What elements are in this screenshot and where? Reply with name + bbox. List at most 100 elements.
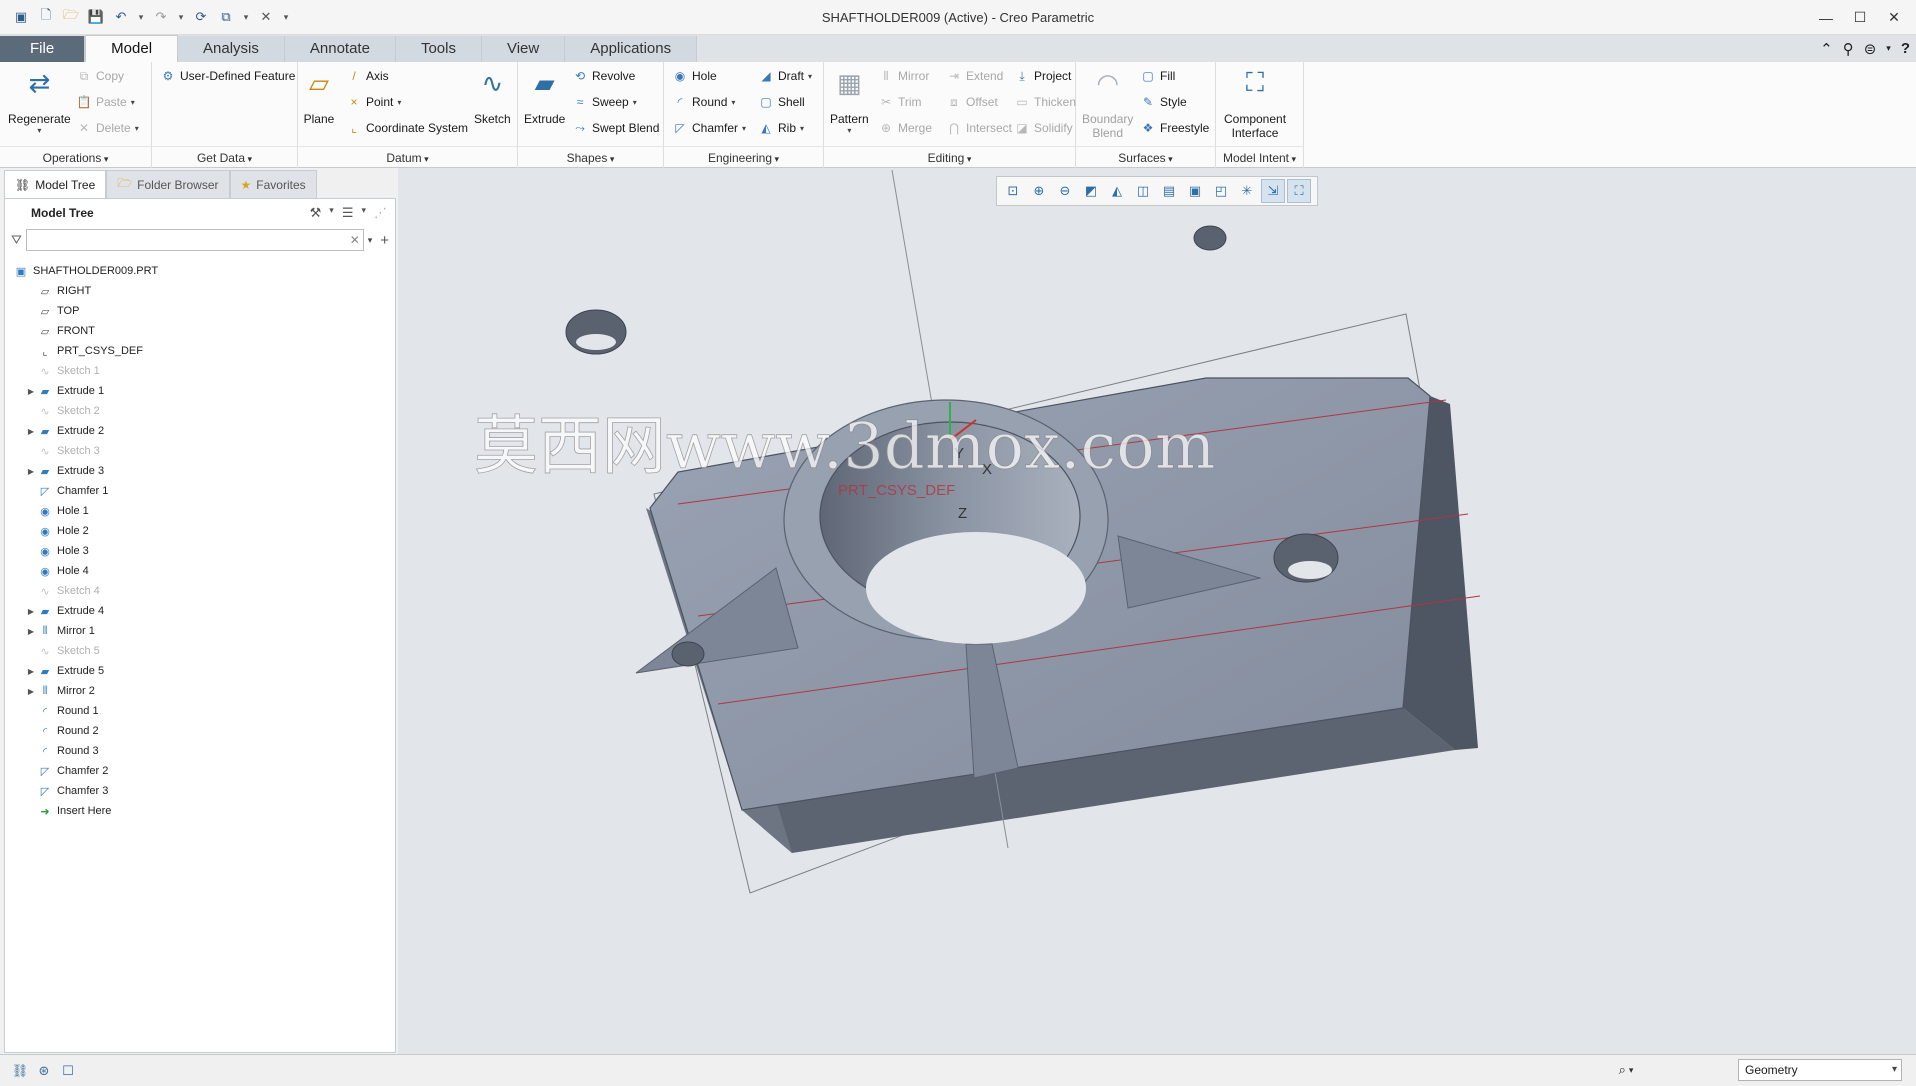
perspective-icon[interactable]: ▣ xyxy=(1183,179,1207,203)
repaint-icon[interactable]: ◩ xyxy=(1079,179,1103,203)
shell-button[interactable]: ▢ Shell xyxy=(758,90,804,114)
tab-file[interactable]: File xyxy=(0,36,86,62)
navtab-favorites[interactable]: ★ Favorites xyxy=(229,170,317,198)
model-view[interactable]: Y X Z PRT_CSYS_DEF 莫西网www.3dmox.com xyxy=(398,168,1916,1054)
tree-node[interactable]: ◸ Chamfer 2 xyxy=(5,761,395,781)
group-label-operations[interactable]: Operations xyxy=(0,146,151,168)
group-label-datum[interactable]: Datum xyxy=(298,146,517,168)
tab-view[interactable]: View xyxy=(481,36,566,62)
windows-dropdown-icon[interactable]: ▾ xyxy=(240,6,252,28)
tree-node[interactable]: ▱ FRONT xyxy=(5,321,395,341)
add-column-icon[interactable]: + xyxy=(380,232,389,249)
app-menu-icon[interactable]: ▣ xyxy=(10,6,32,28)
group-label-editing[interactable]: Editing xyxy=(824,146,1075,168)
redo-dropdown-icon[interactable]: ▾ xyxy=(175,6,187,28)
help-icon[interactable]: ? xyxy=(1901,40,1910,57)
display-style-icon[interactable]: ◭ xyxy=(1105,179,1129,203)
tree-root-node[interactable]: ▣ SHAFTHOLDER009.PRT xyxy=(5,261,395,281)
tab-applications[interactable]: Applications xyxy=(565,36,698,62)
selection-filter-select[interactable]: Geometry xyxy=(1738,1059,1902,1081)
boundary-blend-button[interactable]: ◠ Boundary Blend xyxy=(1082,66,1133,141)
group-label-shapes[interactable]: Shapes xyxy=(518,146,663,168)
full-screen-icon[interactable]: ☐ xyxy=(56,1060,80,1082)
tab-model[interactable]: Model xyxy=(85,35,179,62)
plane-button[interactable]: ▱ Plane xyxy=(302,66,336,127)
user-defined-feature-button[interactable]: ⚙ User-Defined Feature xyxy=(160,64,296,88)
solidify-button[interactable]: ◪ Solidify xyxy=(1014,116,1072,140)
filter-icon[interactable]: ⛛ xyxy=(11,232,22,248)
expand-arrow-icon[interactable]: ▶ xyxy=(25,427,37,436)
minimize-icon[interactable]: — xyxy=(1812,4,1840,32)
revolve-button[interactable]: ⟲ Revolve xyxy=(572,64,635,88)
expand-arrow-icon[interactable]: ▶ xyxy=(25,627,37,636)
group-label-surfaces[interactable]: Surfaces xyxy=(1076,146,1215,168)
tree-node[interactable]: ∿ Sketch 5 xyxy=(5,641,395,661)
hole-button[interactable]: ◉ Hole xyxy=(672,64,717,88)
group-label-engineering[interactable]: Engineering xyxy=(664,146,823,168)
open-folder-icon[interactable]: 🗁 xyxy=(60,6,82,28)
tree-node[interactable]: ◜ Round 3 xyxy=(5,741,395,761)
annotation-display-icon[interactable]: ⇲ xyxy=(1261,179,1285,203)
thicken-button[interactable]: ▭ Thicken xyxy=(1014,90,1076,114)
tree-node[interactable]: ∿ Sketch 4 xyxy=(5,581,395,601)
tree-node[interactable]: ◉ Hole 4 xyxy=(5,561,395,581)
expand-arrow-icon[interactable]: ▶ xyxy=(25,387,37,396)
tree-settings-icon[interactable]: ⚒ xyxy=(310,205,322,221)
minimize-ribbon-icon[interactable]: ⌃ xyxy=(1820,40,1833,58)
tree-node[interactable]: ◸ Chamfer 3 xyxy=(5,781,395,801)
tab-annotate[interactable]: Annotate xyxy=(284,36,396,62)
navtab-model-tree[interactable]: ⛓ Model Tree xyxy=(4,170,107,198)
intersect-button[interactable]: ⋂ Intersect xyxy=(946,116,1012,140)
show-browser-icon[interactable]: ⊛ xyxy=(32,1060,56,1082)
tree-node[interactable]: ▶ ▰ Extrude 4 xyxy=(5,601,395,621)
group-label-model-intent[interactable]: Model Intent xyxy=(1216,146,1303,168)
maximize-icon[interactable]: ☐ xyxy=(1846,4,1874,32)
regenerate-icon[interactable]: ⟳ xyxy=(190,6,212,28)
group-label-get-data[interactable]: Get Data xyxy=(152,146,297,168)
tree-node[interactable]: ◉ Hole 1 xyxy=(5,501,395,521)
tree-filter-options-icon[interactable]: ⋰ xyxy=(374,205,387,221)
tree-node[interactable]: ➜ Insert Here xyxy=(5,801,395,821)
zoom-in-icon[interactable]: ⊕ xyxy=(1027,179,1051,203)
dropdown-icon[interactable]: ▾ xyxy=(1886,43,1891,54)
new-file-icon[interactable]: 🗋 xyxy=(35,6,57,28)
extend-button[interactable]: ⇥ Extend xyxy=(946,64,1003,88)
undo-dropdown-icon[interactable]: ▾ xyxy=(135,6,147,28)
tab-tools[interactable]: Tools xyxy=(395,36,482,62)
tree-settings-dropdown-icon[interactable]: ▾ xyxy=(329,205,334,221)
copy-button[interactable]: ⧉ Copy xyxy=(76,64,124,88)
tree-node[interactable]: ▶ ⫴ Mirror 1 xyxy=(5,621,395,641)
expand-arrow-icon[interactable]: ▶ xyxy=(25,667,37,676)
datum-display-icon[interactable]: ✳ xyxy=(1235,179,1259,203)
tree-node[interactable]: ▶ ⫴ Mirror 2 xyxy=(5,681,395,701)
tree-node[interactable]: ⌞ PRT_CSYS_DEF xyxy=(5,341,395,361)
sketch-button[interactable]: ∿ Sketch xyxy=(474,66,511,127)
tree-node[interactable]: ▶ ▰ Extrude 5 xyxy=(5,661,395,681)
undo-icon[interactable]: ↶ xyxy=(110,6,132,28)
navtab-folder-browser[interactable]: 🗁 Folder Browser xyxy=(106,170,230,198)
trim-button[interactable]: ✂ Trim xyxy=(878,90,922,114)
tree-node[interactable]: ∿ Sketch 1 xyxy=(5,361,395,381)
redo-icon[interactable]: ↷ xyxy=(150,6,172,28)
section-icon[interactable]: ◰ xyxy=(1209,179,1233,203)
delete-button[interactable]: ✕ Delete ▾ xyxy=(76,116,139,140)
windows-icon[interactable]: ⧉ xyxy=(215,6,237,28)
swept-blend-button[interactable]: ⤳ Swept Blend xyxy=(572,116,659,140)
tree-node[interactable]: ◜ Round 1 xyxy=(5,701,395,721)
project-button[interactable]: ⤓ Project xyxy=(1014,64,1071,88)
tree-columns-dropdown-icon[interactable]: ▾ xyxy=(361,205,366,221)
component-interface-button[interactable]: ⛶ Component Interface xyxy=(1224,66,1286,140)
rib-button[interactable]: ◭ Rib ▾ xyxy=(758,116,804,140)
chamfer-button[interactable]: ◸ Chamfer ▾ xyxy=(672,116,746,140)
tree-node[interactable]: ◸ Chamfer 1 xyxy=(5,481,395,501)
clear-search-icon[interactable]: ✕ xyxy=(350,233,364,247)
draft-button[interactable]: ◢ Draft ▾ xyxy=(758,64,812,88)
close-window-icon[interactable]: ✕ xyxy=(255,6,277,28)
style-button[interactable]: ✎ Style xyxy=(1140,90,1187,114)
spin-center-icon[interactable]: ⛶ xyxy=(1287,179,1311,203)
graphics-viewport[interactable]: Y X Z PRT_CSYS_DEF 莫西网www.3dmox.com xyxy=(398,168,1916,1054)
customize-qat-icon[interactable]: ▾ xyxy=(280,6,292,28)
offset-button[interactable]: ⧈ Offset xyxy=(946,90,998,114)
tree-node[interactable]: ▶ ▰ Extrude 2 xyxy=(5,421,395,441)
save-icon[interactable]: 💾 xyxy=(85,6,107,28)
